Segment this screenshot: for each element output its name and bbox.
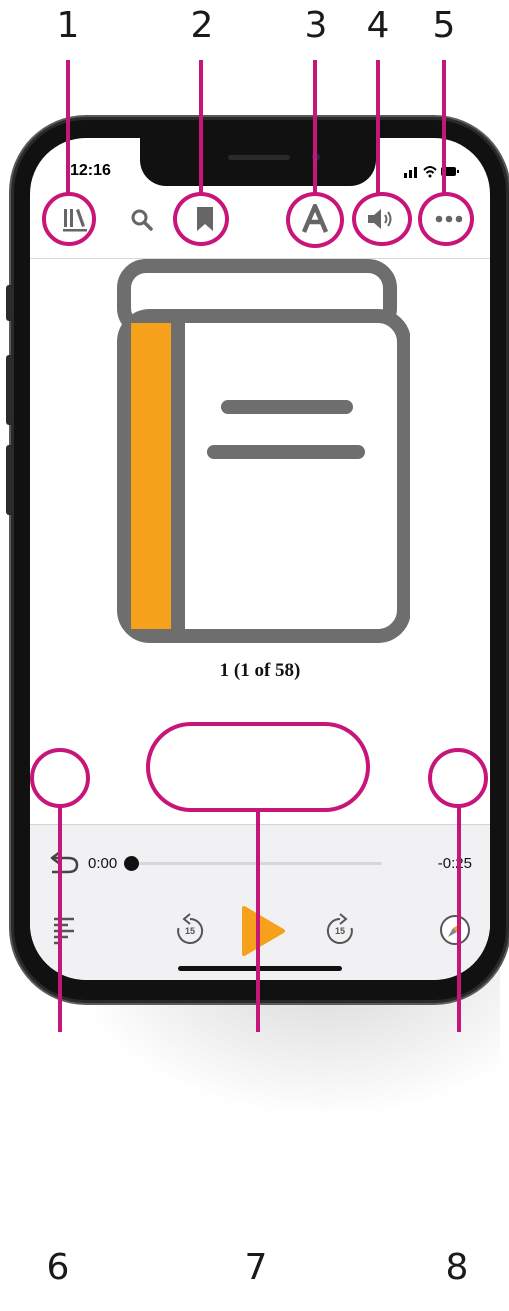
skip-back-15-button[interactable]: 15: [170, 911, 210, 951]
callout-2: 2: [190, 5, 214, 46]
progress-thumb[interactable]: [124, 856, 139, 871]
callout-7: 7: [244, 1247, 268, 1288]
page-label: 1 (1 of 58): [219, 660, 301, 681]
leader-line-4: [376, 60, 380, 194]
annotation-ring-5: [418, 192, 474, 246]
notch: [140, 138, 376, 186]
status-icons: [404, 164, 460, 181]
table-of-contents-button[interactable]: [50, 915, 80, 949]
book-cover-icon: [117, 259, 410, 643]
annotation-ring-3: [286, 192, 344, 248]
callout-1: 1: [56, 5, 80, 46]
leader-line-6: [58, 806, 62, 1032]
callout-5: 5: [432, 5, 456, 46]
annotation-ring-1: [42, 192, 96, 246]
volume-down-button: [6, 445, 14, 515]
annotation-ring-4: [352, 192, 412, 246]
home-indicator: [178, 966, 342, 971]
contents-icon: [54, 917, 74, 945]
leader-line-3: [313, 60, 317, 194]
status-time: 12:16: [70, 162, 111, 179]
skip-forward-15-button[interactable]: 15: [320, 911, 360, 951]
silent-switch: [6, 285, 14, 321]
annotation-ring-6: [30, 748, 90, 808]
play-icon: [242, 906, 285, 956]
callout-6: 6: [46, 1247, 70, 1288]
leader-line-7: [256, 810, 260, 1032]
callout-3: 3: [304, 5, 328, 46]
search-button[interactable]: [122, 200, 162, 240]
skip-forward-label: 15: [334, 926, 345, 936]
leader-line-8: [457, 806, 461, 1032]
remaining-time: -0:25: [437, 855, 472, 872]
skip-back-label: 15: [184, 926, 195, 936]
annotation-ring-7: [146, 722, 370, 812]
callout-8: 8: [445, 1247, 469, 1288]
undo-button[interactable]: [48, 849, 82, 877]
undo-icon: [50, 851, 79, 874]
audio-player: 0:00 -0:25 15 15: [30, 824, 490, 980]
volume-up-button: [6, 355, 14, 425]
leader-line-1: [66, 60, 70, 194]
annotation-ring-2: [173, 192, 229, 246]
play-button[interactable]: [238, 903, 288, 959]
search-icon: [131, 209, 153, 231]
app-screen: 12:16 1 (1 of 58) 0:00 -0:25 15 15: [30, 138, 490, 980]
leader-line-2: [199, 60, 203, 194]
callout-4: 4: [366, 5, 390, 46]
annotation-ring-8: [428, 748, 488, 808]
leader-line-5: [442, 60, 446, 194]
compass-icon: [440, 915, 470, 945]
elapsed-time: 0:00: [88, 855, 118, 872]
navigation-button[interactable]: [438, 913, 472, 947]
